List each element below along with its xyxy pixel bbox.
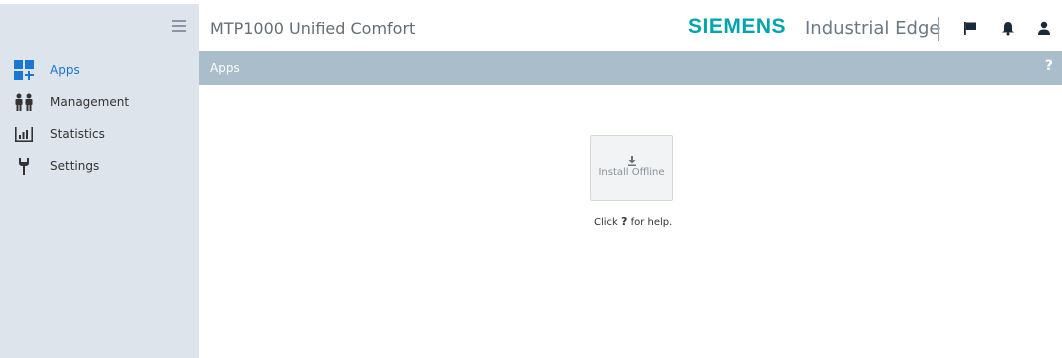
sidebar-item-label: Settings	[50, 159, 100, 173]
sidebar-item-settings[interactable]: Settings	[0, 150, 199, 182]
sidebar-item-statistics[interactable]: Statistics	[0, 118, 199, 150]
management-icon	[14, 92, 34, 112]
settings-icon	[14, 156, 34, 176]
install-offline-label: Install Offline	[598, 167, 665, 178]
header-divider	[938, 17, 939, 41]
help-hint: Click ? for help.	[594, 215, 672, 228]
hamburger-icon[interactable]	[172, 20, 186, 32]
flag-icon[interactable]	[962, 20, 978, 36]
page-title: Apps	[210, 61, 240, 75]
help-hint-suffix: for help.	[630, 217, 673, 228]
siemens-logo: SIEMENS	[688, 15, 787, 38]
user-icon[interactable]	[1036, 20, 1052, 36]
app-header: MTP1000 Unified Comfort SIEMENS Industri…	[199, 4, 1062, 51]
sidebar: Apps Management Statistics Settings	[0, 4, 199, 358]
statistics-icon	[14, 124, 34, 144]
download-icon	[627, 151, 637, 166]
product-name: Industrial Edge	[805, 18, 941, 39]
help-hint-icon: ?	[621, 215, 628, 228]
install-offline-button[interactable]: Install Offline	[590, 135, 673, 201]
help-hint-prefix: Click	[594, 217, 618, 228]
apps-icon	[14, 60, 34, 80]
sidebar-item-label: Statistics	[50, 127, 105, 141]
page-title-bar: Apps ?	[199, 51, 1062, 85]
bell-icon[interactable]	[1000, 20, 1016, 36]
sidebar-item-management[interactable]: Management	[0, 86, 199, 118]
device-title: MTP1000 Unified Comfort	[210, 19, 416, 38]
sidebar-item-apps[interactable]: Apps	[0, 54, 199, 86]
help-button[interactable]: ?	[1045, 58, 1053, 74]
sidebar-toggle[interactable]	[0, 4, 199, 53]
sidebar-item-label: Apps	[50, 63, 80, 77]
sidebar-item-label: Management	[50, 95, 130, 109]
